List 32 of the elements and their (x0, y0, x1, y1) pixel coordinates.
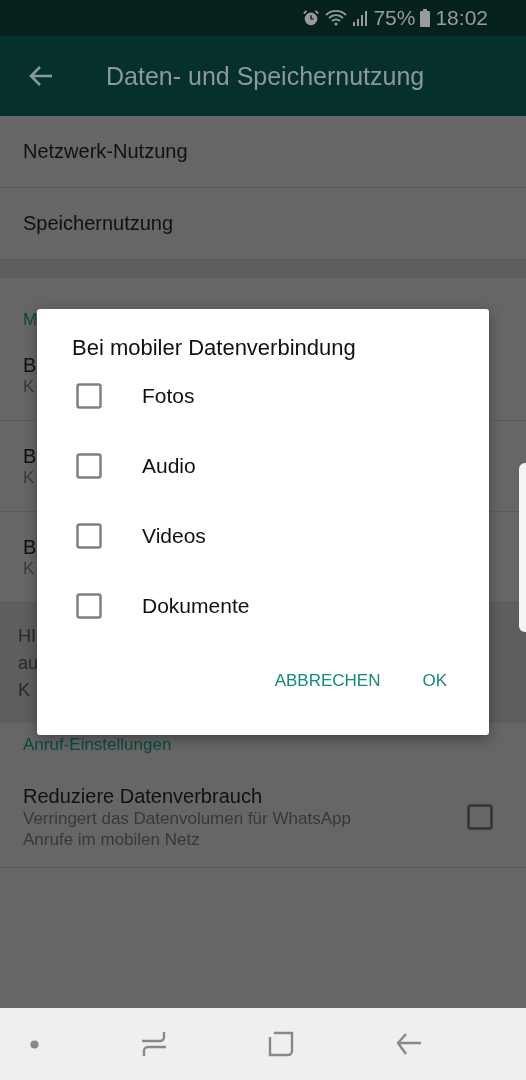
option-label: Fotos (142, 384, 195, 408)
checkbox[interactable] (76, 593, 102, 619)
edge-panel-handle[interactable] (519, 463, 526, 632)
option-label: Dokumente (142, 594, 250, 618)
setting-title: Reduziere Datenverbrauch (23, 784, 263, 808)
back-icon[interactable] (395, 1031, 422, 1057)
setting-title: B (23, 535, 37, 559)
dot-icon[interactable] (30, 1039, 39, 1049)
dialog-button[interactable]: OK (412, 663, 457, 699)
home-icon[interactable] (268, 1031, 295, 1057)
checkbox[interactable] (76, 383, 102, 409)
option-label: Videos (142, 524, 206, 548)
recents-icon[interactable] (140, 1031, 167, 1057)
screen-title: Daten- und Speichernutzung (106, 61, 425, 91)
battery-percent: 75% (373, 6, 416, 30)
option-label: Audio (142, 454, 196, 478)
clock: 18:02 (435, 6, 488, 30)
setting-title: B (23, 353, 37, 377)
section-header: M (23, 310, 38, 330)
alarm-icon (302, 9, 321, 27)
signal-icon (352, 9, 369, 27)
battery-icon (420, 9, 431, 27)
section-header: Anruf-Einstellungen (23, 735, 172, 755)
wifi-icon (325, 9, 348, 27)
settings-item[interactable]: Netzwerk-Nutzung (0, 116, 526, 188)
checkbox[interactable] (76, 453, 102, 479)
dialog-title: Bei mobiler Datenverbindung (72, 335, 357, 361)
back-arrow-icon[interactable] (28, 64, 54, 88)
checkbox[interactable] (76, 523, 102, 549)
dialog-button[interactable]: ABBRECHEN (264, 663, 391, 699)
checkbox[interactable] (467, 804, 493, 830)
setting-title: B (23, 444, 37, 468)
